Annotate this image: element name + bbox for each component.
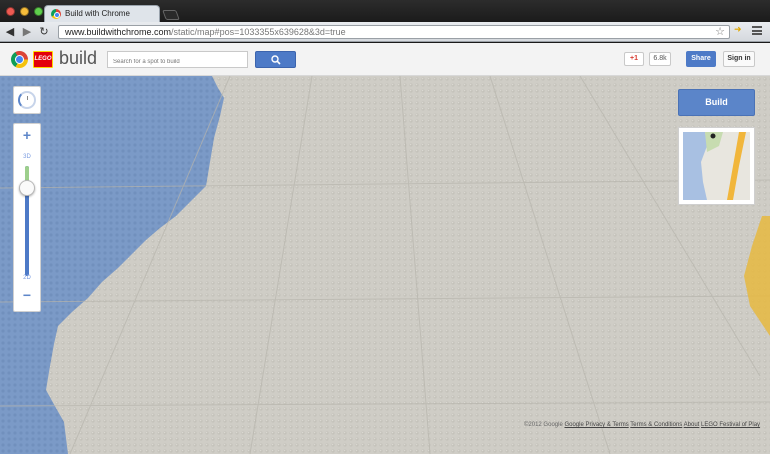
reload-icon[interactable]: ↻ — [37, 24, 51, 40]
site-header: LEGO build +1 6.8k Share Sign in — [0, 43, 770, 76]
brand-title[interactable]: build — [59, 48, 97, 69]
zoom-panel: + 3D 2D − — [13, 123, 41, 312]
url-host: www.buildwithchrome.com — [65, 27, 172, 37]
privacy-link[interactable]: Google Privacy & Terms — [564, 422, 628, 428]
sign-in-button[interactable]: Sign in — [723, 51, 755, 67]
search-icon — [271, 55, 281, 65]
google-plus-one-button[interactable]: +1 — [624, 52, 644, 66]
url-text: www.buildwithchrome.com/static/map#pos=1… — [65, 27, 346, 37]
zoom-out-button[interactable]: − — [14, 287, 40, 303]
mini-map[interactable] — [678, 127, 755, 205]
address-bar[interactable]: www.buildwithchrome.com/static/map#pos=1… — [58, 25, 730, 39]
zoom-in-button[interactable]: + — [14, 127, 40, 143]
position-marker-icon — [710, 133, 716, 139]
compass-ring-icon — [18, 91, 36, 109]
chrome-logo-icon[interactable] — [11, 51, 28, 68]
map-footer: ©2012 Google Google Privacy & Terms Term… — [524, 422, 760, 428]
chrome-favicon-icon — [51, 9, 61, 19]
tab-strip: Build with Chrome — [0, 0, 770, 22]
map-canvas[interactable] — [0, 76, 770, 454]
search-button[interactable] — [255, 51, 296, 68]
maximize-window-button[interactable] — [34, 7, 43, 16]
festival-link[interactable]: LEGO Festival of Play — [701, 422, 760, 428]
copyright-text: ©2012 Google — [524, 422, 563, 428]
browser-tab[interactable]: Build with Chrome — [44, 5, 160, 22]
extension-arrow-icon[interactable]: ➜ — [734, 24, 742, 35]
plus-one-label: +1 — [630, 55, 638, 62]
minimize-window-button[interactable] — [20, 7, 29, 16]
share-button[interactable]: Share — [686, 51, 716, 67]
label-2d: 2D — [23, 275, 31, 281]
tab-title: Build with Chrome — [65, 9, 130, 18]
new-tab-button[interactable] — [162, 10, 180, 20]
url-path: /static/map#pos=1033355x639628&3d=true — [171, 27, 346, 37]
lego-map-view[interactable]: + 3D 2D − Build ©2012 Google Google Priv… — [0, 76, 770, 454]
plus-one-count: 6.8k — [649, 52, 671, 66]
build-button[interactable]: Build — [678, 89, 755, 116]
browser-toolbar: ◀ ▶ ↻ www.buildwithchrome.com/static/map… — [0, 22, 770, 42]
chrome-menu-icon[interactable] — [752, 26, 762, 35]
compass-needle-icon — [27, 96, 28, 100]
compass-control[interactable] — [13, 86, 41, 114]
about-link[interactable]: About — [684, 422, 700, 428]
close-window-button[interactable] — [6, 7, 15, 16]
search-input[interactable] — [107, 51, 248, 68]
zoom-slider-handle[interactable] — [19, 180, 35, 196]
back-arrow-icon[interactable]: ◀ — [3, 24, 17, 40]
lego-logo[interactable]: LEGO — [33, 51, 53, 68]
bookmark-star-icon[interactable]: ☆ — [715, 25, 725, 38]
label-3d: 3D — [23, 154, 31, 160]
forward-arrow-icon[interactable]: ▶ — [20, 24, 34, 40]
mini-map-canvas — [683, 132, 750, 200]
browser-window: Build with Chrome ◀ ▶ ↻ www.buildwithchr… — [0, 0, 770, 454]
terms-link[interactable]: Terms & Conditions — [630, 422, 682, 428]
